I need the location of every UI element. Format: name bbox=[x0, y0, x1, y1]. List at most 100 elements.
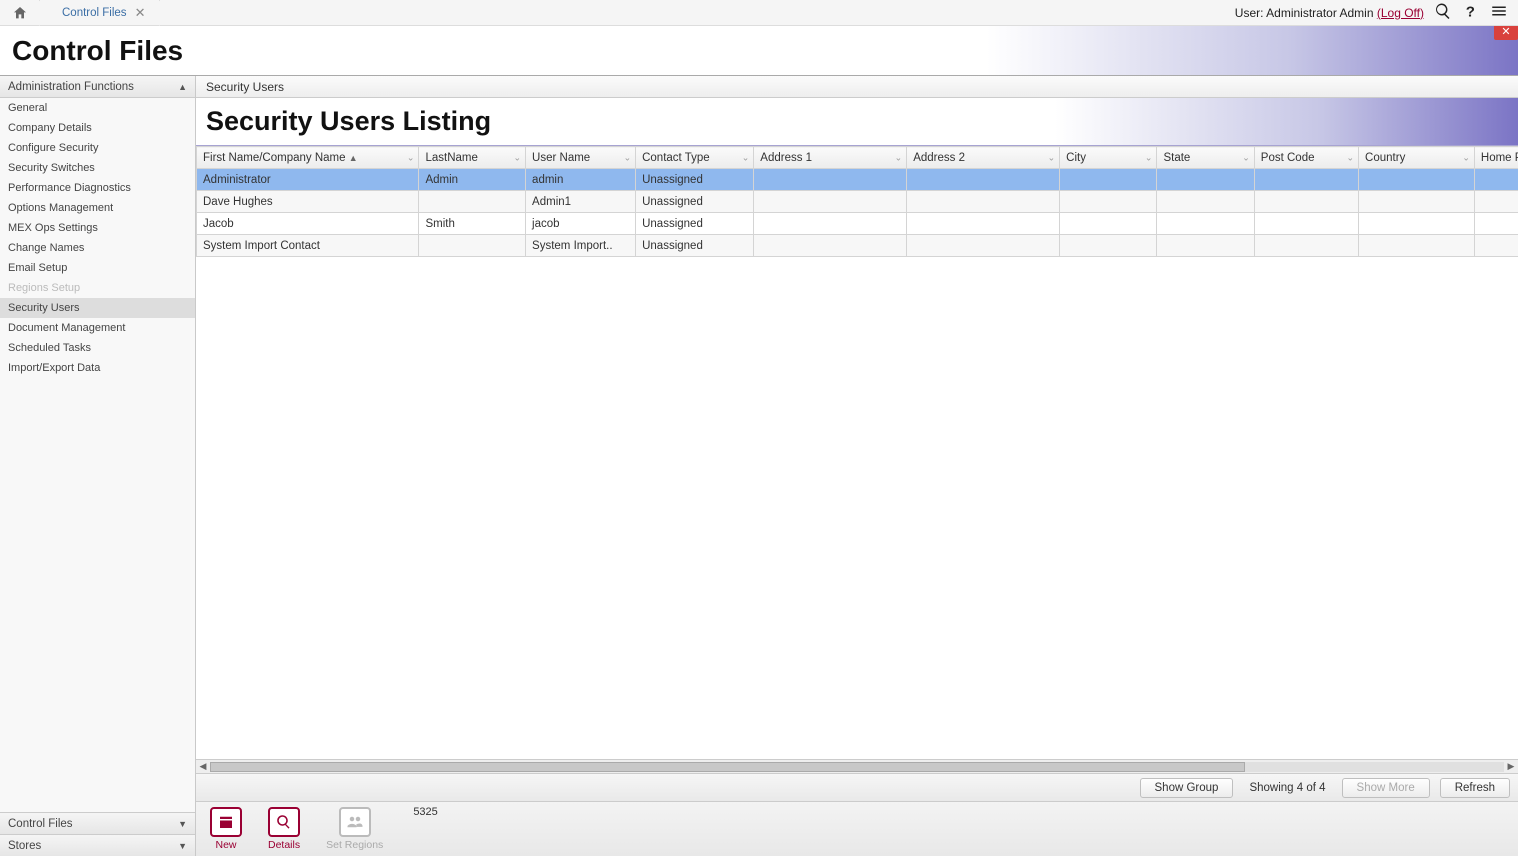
help-button[interactable]: ? bbox=[1462, 2, 1480, 23]
home-icon bbox=[12, 5, 28, 21]
sidebar-item-options-management[interactable]: Options Management bbox=[0, 198, 195, 218]
table-cell bbox=[1254, 169, 1358, 191]
current-user: Administrator Admin bbox=[1266, 6, 1373, 20]
column-header[interactable]: LastName⌄ bbox=[419, 147, 526, 169]
column-header[interactable]: Address 1⌄ bbox=[754, 147, 907, 169]
sidebar: Administration Functions ▲ GeneralCompan… bbox=[0, 76, 196, 856]
table-cell bbox=[907, 235, 1060, 257]
scroll-left-icon[interactable]: ◀ bbox=[196, 761, 210, 772]
sidebar-item-security-users[interactable]: Security Users bbox=[0, 298, 195, 318]
title-strip: Control Files ✕ bbox=[0, 26, 1518, 76]
table-cell bbox=[1359, 235, 1475, 257]
home-button[interactable] bbox=[0, 0, 40, 25]
status-count: Showing 4 of 4 bbox=[1249, 782, 1325, 794]
chevron-down-icon: ▼ bbox=[178, 841, 187, 851]
new-button[interactable]: New bbox=[210, 807, 242, 851]
menu-button[interactable] bbox=[1490, 2, 1508, 23]
table-cell bbox=[754, 191, 907, 213]
filter-dropdown-icon[interactable]: ⌄ bbox=[1462, 152, 1470, 163]
table-cell: Administrator bbox=[197, 169, 419, 191]
close-icon[interactable]: ✕ bbox=[135, 5, 146, 21]
filter-dropdown-icon[interactable]: ⌄ bbox=[407, 152, 415, 163]
sidebar-item-email-setup[interactable]: Email Setup bbox=[0, 258, 195, 278]
table-cell: Smith bbox=[419, 213, 526, 235]
sidebar-footer-stores[interactable]: Stores▼ bbox=[0, 834, 195, 856]
column-header[interactable]: Home Phone⌄ bbox=[1474, 147, 1518, 169]
toolbar: New Details Set Regions 5325 bbox=[196, 802, 1518, 856]
column-header[interactable]: City⌄ bbox=[1060, 147, 1157, 169]
table-cell: Unassigned bbox=[636, 169, 754, 191]
sidebar-item-security-switches[interactable]: Security Switches bbox=[0, 158, 195, 178]
column-header[interactable]: User Name⌄ bbox=[526, 147, 636, 169]
filter-dropdown-icon[interactable]: ⌄ bbox=[1048, 152, 1056, 163]
table-cell bbox=[754, 169, 907, 191]
details-button[interactable]: Details bbox=[268, 807, 300, 851]
search-button[interactable] bbox=[1434, 2, 1452, 23]
scroll-thumb[interactable] bbox=[210, 762, 1245, 772]
filter-dropdown-icon[interactable]: ⌄ bbox=[1242, 152, 1250, 163]
table-cell bbox=[1474, 213, 1518, 235]
sidebar-item-document-management[interactable]: Document Management bbox=[0, 318, 195, 338]
sidebar-item-scheduled-tasks[interactable]: Scheduled Tasks bbox=[0, 338, 195, 358]
sidebar-item-regions-setup: Regions Setup bbox=[0, 278, 195, 298]
column-header[interactable]: Address 2⌄ bbox=[907, 147, 1060, 169]
page-heading-row: Security Users Listing bbox=[196, 98, 1518, 146]
table-cell bbox=[419, 235, 526, 257]
sidebar-item-company-details[interactable]: Company Details bbox=[0, 118, 195, 138]
column-header[interactable]: State⌄ bbox=[1157, 147, 1254, 169]
breadcrumb: Security Users bbox=[196, 76, 1518, 98]
window-close-button[interactable]: ✕ bbox=[1494, 26, 1518, 40]
filter-dropdown-icon[interactable]: ⌄ bbox=[514, 152, 522, 163]
table-cell bbox=[1157, 191, 1254, 213]
set-regions-button: Set Regions bbox=[326, 807, 383, 851]
table-cell bbox=[754, 235, 907, 257]
log-off-link[interactable]: (Log Off) bbox=[1377, 6, 1424, 20]
table-cell bbox=[1359, 213, 1475, 235]
sidebar-item-general[interactable]: General bbox=[0, 98, 195, 118]
table-cell: Unassigned bbox=[636, 213, 754, 235]
filter-dropdown-icon[interactable]: ⌄ bbox=[1145, 152, 1153, 163]
column-header[interactable]: First Name/Company Name ▲⌄ bbox=[197, 147, 419, 169]
table-cell: Admin bbox=[419, 169, 526, 191]
column-header[interactable]: Country⌄ bbox=[1359, 147, 1475, 169]
table-cell: System Import.. bbox=[526, 235, 636, 257]
sidebar-item-configure-security[interactable]: Configure Security bbox=[0, 138, 195, 158]
table-cell bbox=[1254, 191, 1358, 213]
table-cell bbox=[1060, 191, 1157, 213]
table-cell bbox=[1359, 169, 1475, 191]
table-row[interactable]: System Import ContactSystem Import..Unas… bbox=[197, 235, 1518, 257]
filter-dropdown-icon[interactable]: ⌄ bbox=[624, 152, 632, 163]
table-cell bbox=[1157, 235, 1254, 257]
filter-dropdown-icon[interactable]: ⌄ bbox=[1347, 152, 1355, 163]
horizontal-scrollbar[interactable]: ◀ ▶ bbox=[196, 759, 1518, 773]
sidebar-item-import-export-data[interactable]: Import/Export Data bbox=[0, 358, 195, 378]
table-row[interactable]: JacobSmithjacobUnassigned bbox=[197, 213, 1518, 235]
sidebar-footer-control-files[interactable]: Control Files▼ bbox=[0, 812, 195, 834]
table-cell: Admin1 bbox=[526, 191, 636, 213]
magnifier-icon bbox=[275, 813, 293, 831]
sidebar-item-performance-diagnostics[interactable]: Performance Diagnostics bbox=[0, 178, 195, 198]
filter-dropdown-icon[interactable]: ⌄ bbox=[895, 152, 903, 163]
table-cell: admin bbox=[526, 169, 636, 191]
tab-control-files[interactable]: Control Files ✕ bbox=[40, 0, 160, 25]
filter-dropdown-icon[interactable]: ⌄ bbox=[742, 152, 750, 163]
users-icon bbox=[346, 813, 364, 831]
table-row[interactable]: AdministratorAdminadminUnassigned0422 bbox=[197, 169, 1518, 191]
table-cell: jacob bbox=[526, 213, 636, 235]
refresh-button[interactable]: Refresh bbox=[1440, 778, 1510, 798]
table-cell bbox=[1254, 235, 1358, 257]
sidebar-item-mex-ops-settings[interactable]: MEX Ops Settings bbox=[0, 218, 195, 238]
show-group-button[interactable]: Show Group bbox=[1140, 778, 1234, 798]
record-id: 5325 bbox=[413, 806, 437, 818]
list-footer: Show Group Showing 4 of 4 Show More Refr… bbox=[196, 774, 1518, 802]
table-cell: Dave Hughes bbox=[197, 191, 419, 213]
table-cell bbox=[1060, 235, 1157, 257]
column-header[interactable]: Contact Type⌄ bbox=[636, 147, 754, 169]
users-table: First Name/Company Name ▲⌄LastName⌄User … bbox=[196, 146, 1518, 257]
sidebar-header-admin[interactable]: Administration Functions ▲ bbox=[0, 76, 195, 98]
scroll-right-icon[interactable]: ▶ bbox=[1504, 761, 1518, 772]
table-row[interactable]: Dave HughesAdmin1Unassigned bbox=[197, 191, 1518, 213]
table-cell bbox=[1474, 169, 1518, 191]
sidebar-item-change-names[interactable]: Change Names bbox=[0, 238, 195, 258]
column-header[interactable]: Post Code⌄ bbox=[1254, 147, 1358, 169]
